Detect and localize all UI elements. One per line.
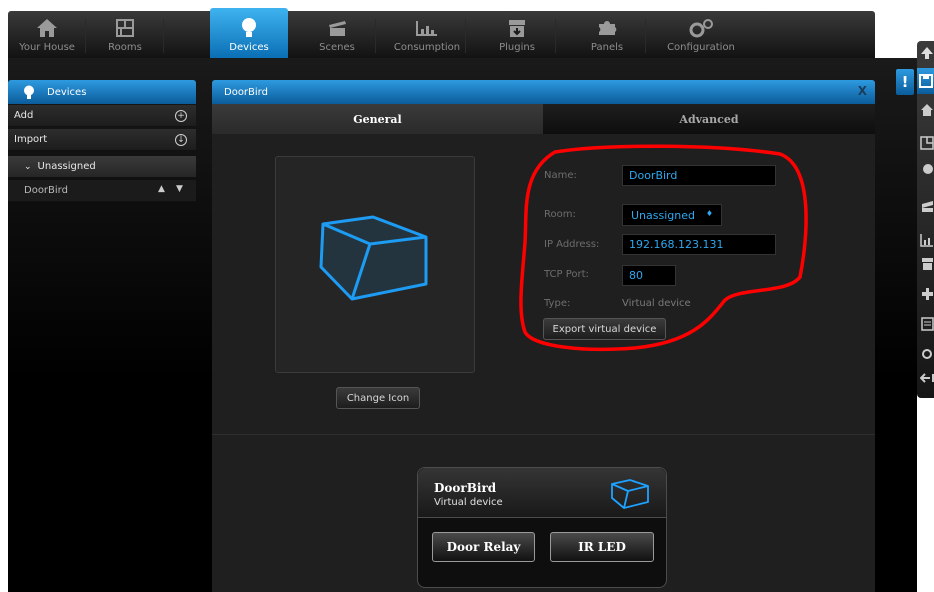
section-divider <box>212 434 875 435</box>
room-label: Room: <box>544 209 576 220</box>
gears-icon <box>688 17 714 39</box>
nav-tab-label: Panels <box>590 42 624 53</box>
tcp-port-label: TCP Port: <box>544 269 589 280</box>
nav-tab-configuration[interactable]: Configuration <box>658 11 744 58</box>
puzzle-icon <box>596 17 618 39</box>
nav-tab-label: Consumption <box>393 42 461 53</box>
device-widget-header: DoorBird Virtual device <box>418 468 666 518</box>
room-select[interactable]: Unassigned ♦ <box>622 204 722 226</box>
device-panel-header: DoorBird X <box>212 80 875 104</box>
chevron-down-icon: ⌄ <box>24 161 32 172</box>
device-item-doorbird[interactable]: DoorBird ▲ ▼ <box>8 180 196 202</box>
move-down-icon[interactable]: ▼ <box>176 184 183 194</box>
group-unassigned[interactable]: ⌄ Unassigned <box>8 156 196 178</box>
main-navigation: Your House Rooms Devices Scenes Consumpt… <box>8 8 875 58</box>
ir-led-button[interactable]: IR LED <box>550 532 654 562</box>
type-label: Type: <box>544 298 571 309</box>
device-icon-preview <box>275 156 475 373</box>
nav-tab-plugins[interactable]: Plugins <box>478 11 556 58</box>
name-input[interactable]: DoorBird <box>622 165 776 186</box>
gear-icon[interactable] <box>920 347 934 361</box>
quick-access-bar <box>917 41 934 398</box>
lightbulb-icon[interactable] <box>920 163 934 177</box>
arrow-up-icon[interactable] <box>920 46 934 60</box>
nav-tab-label: Scenes <box>319 42 355 53</box>
download-circle-icon[interactable]: ↓ <box>175 134 187 146</box>
house-icon <box>36 17 58 39</box>
lightbulb-icon <box>240 17 258 39</box>
plugin-box-icon <box>508 17 526 39</box>
save-icon <box>919 74 933 88</box>
device-panel-title: DoorBird <box>224 86 268 98</box>
rooms-icon <box>115 17 135 39</box>
ip-address-label: IP Address: <box>544 239 600 250</box>
bar-chart-icon <box>416 17 438 39</box>
rooms-icon[interactable] <box>920 136 934 150</box>
devices-panel-header: Devices <box>8 80 196 104</box>
add-device-row[interactable]: Add + <box>8 105 196 127</box>
export-virtual-device-button[interactable]: Export virtual device <box>543 318 666 340</box>
name-label: Name: <box>544 170 577 181</box>
import-device-row[interactable]: Import ↓ <box>8 129 196 151</box>
nav-tab-label: Configuration <box>667 42 735 53</box>
cube-icon <box>611 479 649 509</box>
widget-title: DoorBird <box>434 481 497 495</box>
lightbulb-icon <box>23 85 35 100</box>
nav-tab-label: Your House <box>19 42 75 53</box>
type-value: Virtual device <box>622 298 691 309</box>
select-arrows-icon: ♦ <box>705 209 713 218</box>
tcp-port-input[interactable]: 80 <box>622 265 676 286</box>
devices-panel-title: Devices <box>47 86 87 98</box>
nav-tab-panels[interactable]: Panels <box>568 11 646 58</box>
group-label: Unassigned <box>37 161 96 172</box>
import-label: Import <box>14 134 48 145</box>
tab-advanced[interactable]: Advanced <box>543 104 875 134</box>
alert-badge[interactable]: ! <box>896 69 914 95</box>
device-label: DoorBird <box>24 185 68 196</box>
plugin-box-icon[interactable] <box>920 257 934 271</box>
close-icon[interactable]: X <box>858 84 867 98</box>
move-up-icon[interactable]: ▲ <box>158 184 165 194</box>
clapperboard-icon[interactable] <box>920 199 934 213</box>
panel-icon[interactable] <box>920 317 934 331</box>
widget-subtitle: Virtual device <box>434 497 503 508</box>
room-select-value: Unassigned <box>631 208 695 222</box>
house-icon[interactable] <box>920 103 934 117</box>
nav-tab-label: Plugins <box>499 42 535 53</box>
nav-tab-consumption[interactable]: Consumption <box>388 11 466 58</box>
bar-chart-icon[interactable] <box>920 233 934 247</box>
change-icon-button[interactable]: Change Icon <box>336 387 420 409</box>
door-relay-button[interactable]: Door Relay <box>432 532 535 562</box>
add-label: Add <box>14 110 34 121</box>
clapperboard-icon <box>327 17 347 39</box>
plus-circle-icon[interactable]: + <box>175 110 187 122</box>
nav-tab-rooms[interactable]: Rooms <box>86 11 164 58</box>
nav-tab-devices[interactable]: Devices <box>210 8 288 58</box>
nav-tab-label: Rooms <box>108 42 142 53</box>
nav-tab-label: Devices <box>229 42 269 53</box>
quickbar-active-item[interactable] <box>917 68 934 94</box>
logout-icon[interactable] <box>920 371 934 385</box>
tab-general[interactable]: General <box>212 104 543 134</box>
puzzle-icon[interactable] <box>920 287 934 301</box>
ip-address-input[interactable]: 192.168.123.131 <box>622 234 776 255</box>
nav-tab-scenes[interactable]: Scenes <box>298 11 376 58</box>
cube-icon <box>319 215 428 301</box>
nav-tab-your-house[interactable]: Your House <box>8 11 86 58</box>
